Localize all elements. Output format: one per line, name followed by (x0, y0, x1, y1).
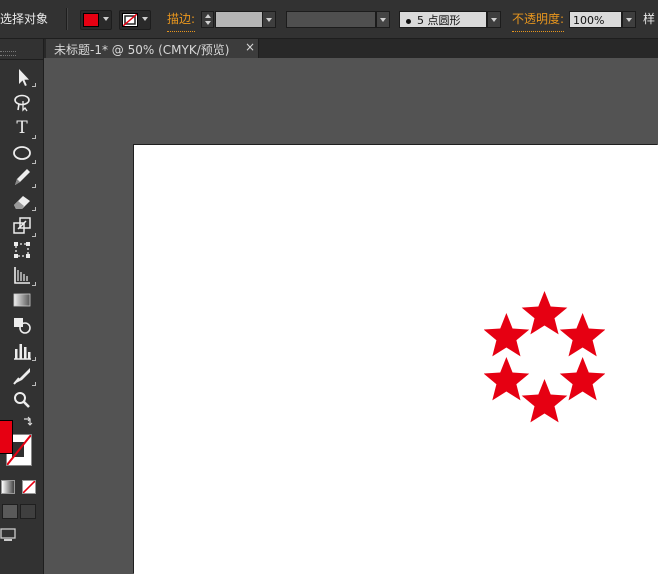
style-label[interactable]: 样 (643, 10, 655, 29)
draw-inside-icon[interactable] (20, 504, 36, 519)
graph-tool-icon[interactable] (10, 341, 34, 361)
chevron-down-icon (142, 17, 148, 21)
submenu-indicator (32, 282, 36, 286)
chevron-down-icon (103, 17, 109, 21)
document-tab[interactable]: 未标题-1* @ 50% (CMYK/预览) × (46, 39, 259, 58)
submenu-indicator (32, 135, 36, 139)
separator (66, 8, 68, 30)
submenu-indicator (32, 233, 36, 237)
shape-builder-tool-icon[interactable] (10, 315, 34, 335)
type-tool-icon[interactable]: T (10, 118, 34, 138)
star-group (484, 291, 605, 423)
star-shape[interactable] (559, 313, 605, 357)
brush-dropdown[interactable] (487, 11, 501, 28)
star-shape[interactable] (521, 291, 568, 335)
pencil-tool-icon[interactable] (10, 167, 34, 187)
slice-tool-icon[interactable] (10, 366, 34, 386)
zoom-tool-icon[interactable] (10, 390, 34, 410)
lasso-tool-icon[interactable] (10, 92, 34, 112)
gradient-tool-icon[interactable] (10, 290, 34, 310)
panel-grip[interactable] (0, 51, 16, 56)
fill-swatch-red (83, 13, 99, 27)
fill-color-box[interactable] (0, 420, 13, 454)
submenu-indicator (32, 160, 36, 164)
submenu-indicator (32, 184, 36, 188)
close-icon[interactable]: × (245, 40, 255, 54)
stroke-weight-stepper[interactable] (201, 11, 214, 28)
star-shape[interactable] (559, 357, 605, 401)
eraser-tool-icon[interactable] (10, 191, 34, 211)
stroke-weight-input[interactable] (215, 11, 263, 28)
document-tab-strip: 未标题-1* @ 50% (CMYK/预览) × (44, 39, 658, 58)
perspective-grid-tool-icon[interactable] (10, 265, 34, 285)
free-transform-tool-icon[interactable] (10, 240, 34, 260)
draw-behind-icon[interactable] (2, 504, 18, 519)
stroke-label[interactable]: 描边: (167, 12, 196, 32)
star-ring-artwork[interactable] (484, 290, 605, 428)
profile-dropdown[interactable] (376, 11, 390, 28)
none-mode-icon[interactable] (22, 480, 36, 494)
submenu-indicator (32, 207, 36, 211)
selection-label: 选择对象 (0, 12, 49, 26)
color-mode-row (0, 479, 43, 495)
gradient-mode-icon[interactable] (1, 480, 15, 494)
star-shape[interactable] (484, 313, 530, 357)
star-shape[interactable] (484, 357, 530, 401)
swap-fill-stroke-icon[interactable] (22, 416, 34, 428)
star-shape[interactable] (521, 379, 568, 423)
fill-color-swatch[interactable] (80, 10, 112, 30)
tools-panel: T (0, 39, 44, 574)
opacity-input[interactable]: 100% (569, 11, 622, 28)
brush-definition[interactable]: 5 点圆形 (399, 11, 487, 28)
control-bar: 选择对象 描边: 5 点圆形 不透明度: 100% 样 (0, 0, 658, 39)
submenu-indicator (32, 382, 36, 386)
opacity-dropdown[interactable] (622, 11, 636, 28)
scale-tool-icon[interactable] (10, 216, 34, 236)
stroke-color-swatch[interactable] (119, 10, 151, 30)
stroke-weight-dropdown[interactable] (262, 11, 276, 28)
panel-divider (0, 59, 43, 60)
selection-tool-icon[interactable] (10, 67, 34, 87)
opacity-label[interactable]: 不透明度: (512, 12, 565, 32)
submenu-indicator (32, 83, 36, 87)
brush-dot-icon (406, 18, 411, 24)
submenu-indicator (32, 357, 36, 361)
screen-mode-icon[interactable] (0, 528, 18, 542)
fill-stroke-widget[interactable] (0, 415, 43, 473)
document-tab-title: 未标题-1* @ 50% (CMYK/预览) (54, 43, 230, 57)
draw-mode-row (0, 503, 43, 519)
brush-label: 5 点圆形 (417, 14, 461, 27)
variable-width-profile[interactable] (286, 11, 376, 28)
stroke-swatch-none (122, 13, 138, 27)
ellipse-tool-icon[interactable] (10, 143, 34, 163)
